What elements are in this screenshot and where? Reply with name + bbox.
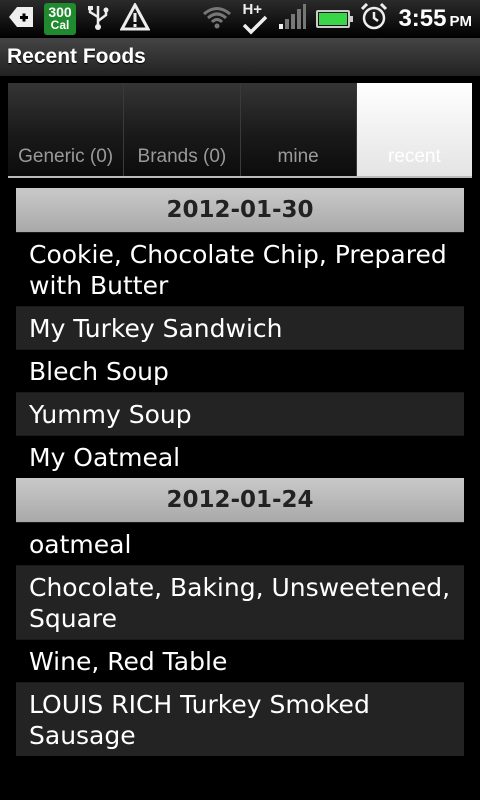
usb-icon xyxy=(86,3,110,35)
calorie-badge: 300 Cal xyxy=(44,3,76,35)
tab-brands[interactable]: Brands (0) xyxy=(123,83,240,176)
hplus-data-icon: H+ xyxy=(242,1,268,35)
food-list-item[interactable]: My Oatmeal xyxy=(16,435,464,478)
date-section-header: 2012-01-30 xyxy=(16,188,464,232)
tab-label: Generic (0) xyxy=(18,146,114,167)
food-list-item[interactable]: oatmeal xyxy=(16,522,464,565)
tab-label: recent xyxy=(387,146,441,167)
title-bar: Recent Foods xyxy=(0,38,480,76)
clock: 3:55 PM xyxy=(398,5,472,33)
food-list-item[interactable]: Yummy Soup xyxy=(16,392,464,435)
food-source-tabs: Generic (0) Brands (0) mine recent xyxy=(8,83,472,176)
food-list-item[interactable]: My Turkey Sandwich xyxy=(16,306,464,349)
battery-level xyxy=(319,13,348,25)
food-list-item[interactable]: Wine, Red Table xyxy=(16,639,464,682)
status-bar: 300 Cal H+ 3:55 PM xyxy=(0,0,480,38)
battery-icon xyxy=(316,10,354,28)
tab-label: Brands (0) xyxy=(137,146,227,167)
tab-label: mine xyxy=(277,146,319,167)
tab-mine[interactable]: mine xyxy=(239,83,356,176)
tab-recent[interactable]: recent xyxy=(355,83,472,176)
page-title: Recent Foods xyxy=(7,45,146,68)
food-list-item[interactable]: LOUIS RICH Turkey Smoked Sausage xyxy=(16,682,464,756)
clock-ampm: PM xyxy=(449,13,473,30)
wifi-icon xyxy=(202,5,232,33)
tab-underline xyxy=(8,176,472,178)
alarm-icon xyxy=(360,2,388,35)
calorie-unit: Cal xyxy=(50,18,70,32)
food-list-item[interactable]: Chocolate, Baking, Unsweetened, Square xyxy=(16,565,464,639)
warning-icon xyxy=(119,1,151,35)
signal-icon xyxy=(278,4,307,34)
recent-foods-list[interactable]: 2012-01-30 Cookie, Chocolate Chip, Prepa… xyxy=(16,188,464,756)
date-section-header: 2012-01-24 xyxy=(16,478,464,522)
clock-time: 3:55 xyxy=(398,5,447,32)
food-list-item[interactable]: Blech Soup xyxy=(16,349,464,392)
back-plus-icon xyxy=(8,4,34,34)
tab-generic[interactable]: Generic (0) xyxy=(8,83,124,176)
food-list-item[interactable]: Cookie, Chocolate Chip, Prepared with Bu… xyxy=(16,232,464,306)
